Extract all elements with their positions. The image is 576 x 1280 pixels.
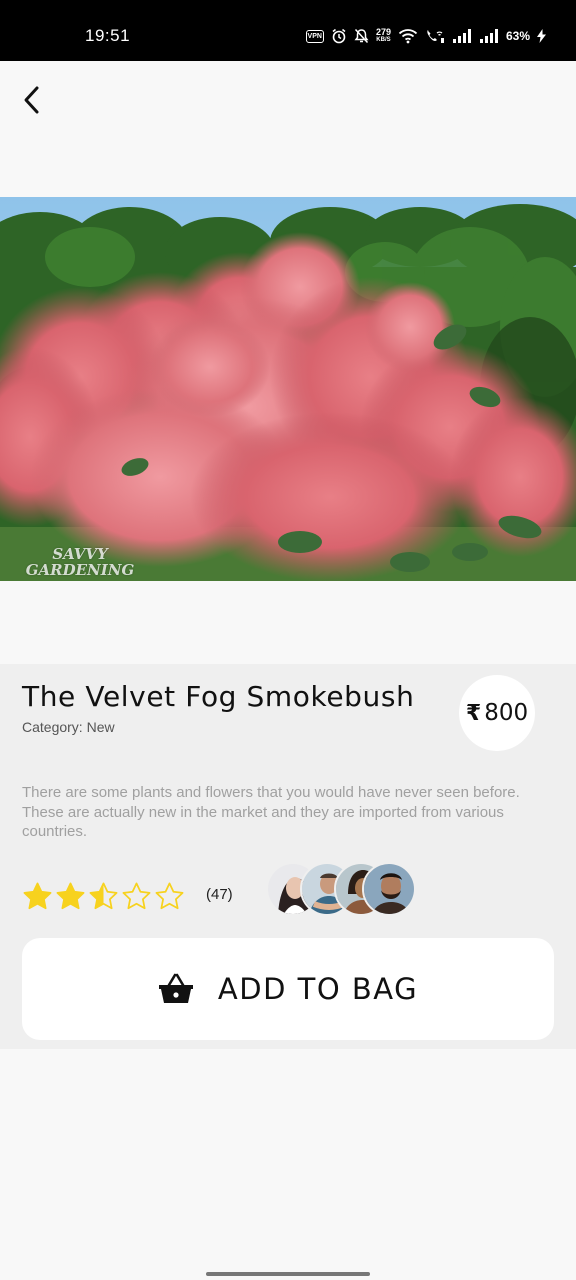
product-category: Category: New	[22, 719, 115, 735]
home-indicator[interactable]	[206, 1272, 370, 1276]
star-empty-icon[interactable]	[121, 881, 152, 912]
reviewer-avatars[interactable]	[266, 862, 426, 918]
watermark-line-1: SAVVY	[52, 545, 108, 563]
signal-2-icon	[479, 28, 499, 44]
charging-icon	[537, 29, 546, 43]
chevron-left-icon	[24, 86, 39, 114]
star-empty-icon[interactable]	[154, 881, 185, 912]
product-image: SAVVY GARDENING	[0, 197, 576, 581]
network-speed: 279 KB/S	[376, 28, 391, 44]
add-to-bag-button[interactable]: ADD TO BAG	[22, 938, 554, 1040]
review-count: (47)	[206, 886, 233, 903]
signal-1-icon	[452, 28, 472, 44]
status-time: 19:51	[85, 26, 131, 45]
wifi-calling-icon	[425, 28, 445, 44]
price-value: 800	[484, 700, 529, 726]
star-full-icon[interactable]	[22, 881, 53, 912]
back-button[interactable]	[14, 80, 50, 120]
star-rating[interactable]	[22, 879, 185, 913]
mute-bell-icon	[354, 28, 369, 44]
status-icons: VPN 279 KB/S 63%	[305, 25, 546, 47]
star-half-icon[interactable]	[88, 881, 119, 912]
avatar-4	[362, 862, 416, 916]
alarm-icon	[331, 28, 347, 44]
price-badge: ₹ 800	[459, 675, 535, 751]
vpn-icon: VPN	[305, 29, 324, 43]
network-speed-value: 279	[375, 27, 391, 37]
product-description: There are some plants and flowers that y…	[22, 784, 520, 840]
image-watermark: SAVVY GARDENING	[10, 546, 150, 578]
product-title: The Velvet Fog Smokebush	[22, 680, 415, 713]
basket-icon	[158, 973, 193, 1003]
network-speed-unit: KB/S	[376, 37, 391, 43]
star-full-icon[interactable]	[55, 881, 86, 912]
add-to-bag-label: ADD TO BAG	[217, 972, 419, 1006]
watermark-line-2: GARDENING	[25, 561, 135, 579]
status-bar: 19:51 VPN 279 KB/S 63%	[0, 0, 576, 61]
wifi-icon	[398, 28, 418, 44]
battery-percent: 63%	[505, 29, 530, 43]
currency-symbol: ₹	[465, 700, 482, 726]
